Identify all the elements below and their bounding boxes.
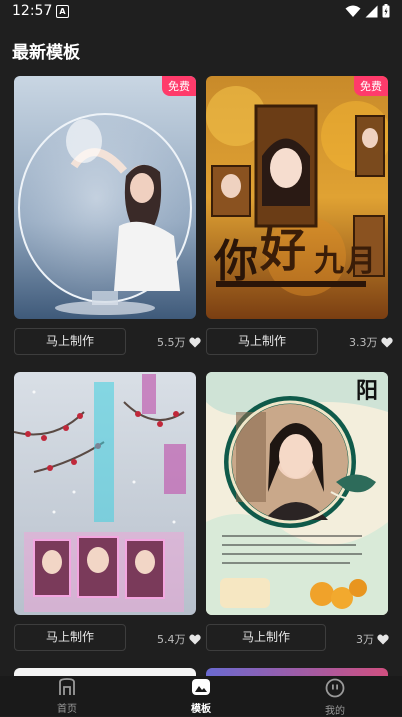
battery-icon [382, 4, 390, 18]
page-title: 最新模板 [12, 43, 80, 63]
nav-template[interactable]: 模板 [171, 678, 231, 715]
likes-count: 5.4万 [157, 631, 201, 647]
make-now-button[interactable]: 马上制作 [206, 624, 326, 651]
svg-text:好: 好 [259, 223, 306, 277]
bottom-nav: 首页 模板 我的 [0, 676, 402, 717]
likes-count: 5.5万 [157, 334, 201, 350]
likes-count: 3万 [356, 631, 389, 647]
nav-profile[interactable]: 我的 [305, 678, 365, 717]
likes-value: 3.3万 [349, 336, 378, 349]
nav-template-label: 模板 [191, 704, 211, 715]
wifi-icon [345, 5, 361, 17]
status-icons [345, 4, 390, 18]
free-badge: 免费 [162, 76, 196, 96]
free-badge: 免费 [354, 76, 388, 96]
make-now-button[interactable]: 马上制作 [206, 328, 318, 355]
template-thumbnail[interactable]: 阳 [206, 372, 388, 615]
likes-value: 5.5万 [157, 336, 186, 349]
template-image-snow-plum [14, 372, 196, 615]
signal-icon [365, 5, 378, 17]
nav-home-label: 首页 [57, 704, 77, 715]
template-thumbnail[interactable]: 免费 [14, 76, 196, 319]
template-image-autumn-frames: 你 好 九 月 [206, 76, 388, 319]
svg-text:你: 你 [213, 236, 258, 287]
heart-icon [377, 634, 389, 644]
template-image-circle-portrait: 阳 [206, 372, 388, 615]
profile-icon [325, 678, 345, 698]
nav-home[interactable]: 首页 [37, 678, 97, 715]
make-now-button[interactable]: 马上制作 [14, 328, 126, 355]
likes-count: 3.3万 [349, 334, 393, 350]
notification-icon: A [56, 5, 69, 18]
heart-icon [380, 337, 393, 347]
template-image-glass-portrait [14, 76, 196, 319]
heart-icon [188, 634, 201, 644]
svg-text:九: 九 [314, 244, 344, 279]
template-thumbnail[interactable]: 你 好 九 月 免费 [206, 76, 388, 319]
make-now-button[interactable]: 马上制作 [14, 624, 126, 651]
template-icon [192, 679, 210, 695]
home-icon [59, 678, 75, 695]
svg-text:月: 月 [346, 244, 376, 279]
corner-character: 阳 [356, 378, 378, 404]
status-time: 12:57 [12, 3, 53, 19]
heart-icon [188, 337, 201, 347]
status-bar: 12:57 A [0, 0, 402, 24]
template-thumbnail[interactable] [14, 372, 196, 615]
likes-value: 3万 [356, 633, 374, 646]
likes-value: 5.4万 [157, 633, 186, 646]
nav-profile-label: 我的 [325, 706, 345, 717]
